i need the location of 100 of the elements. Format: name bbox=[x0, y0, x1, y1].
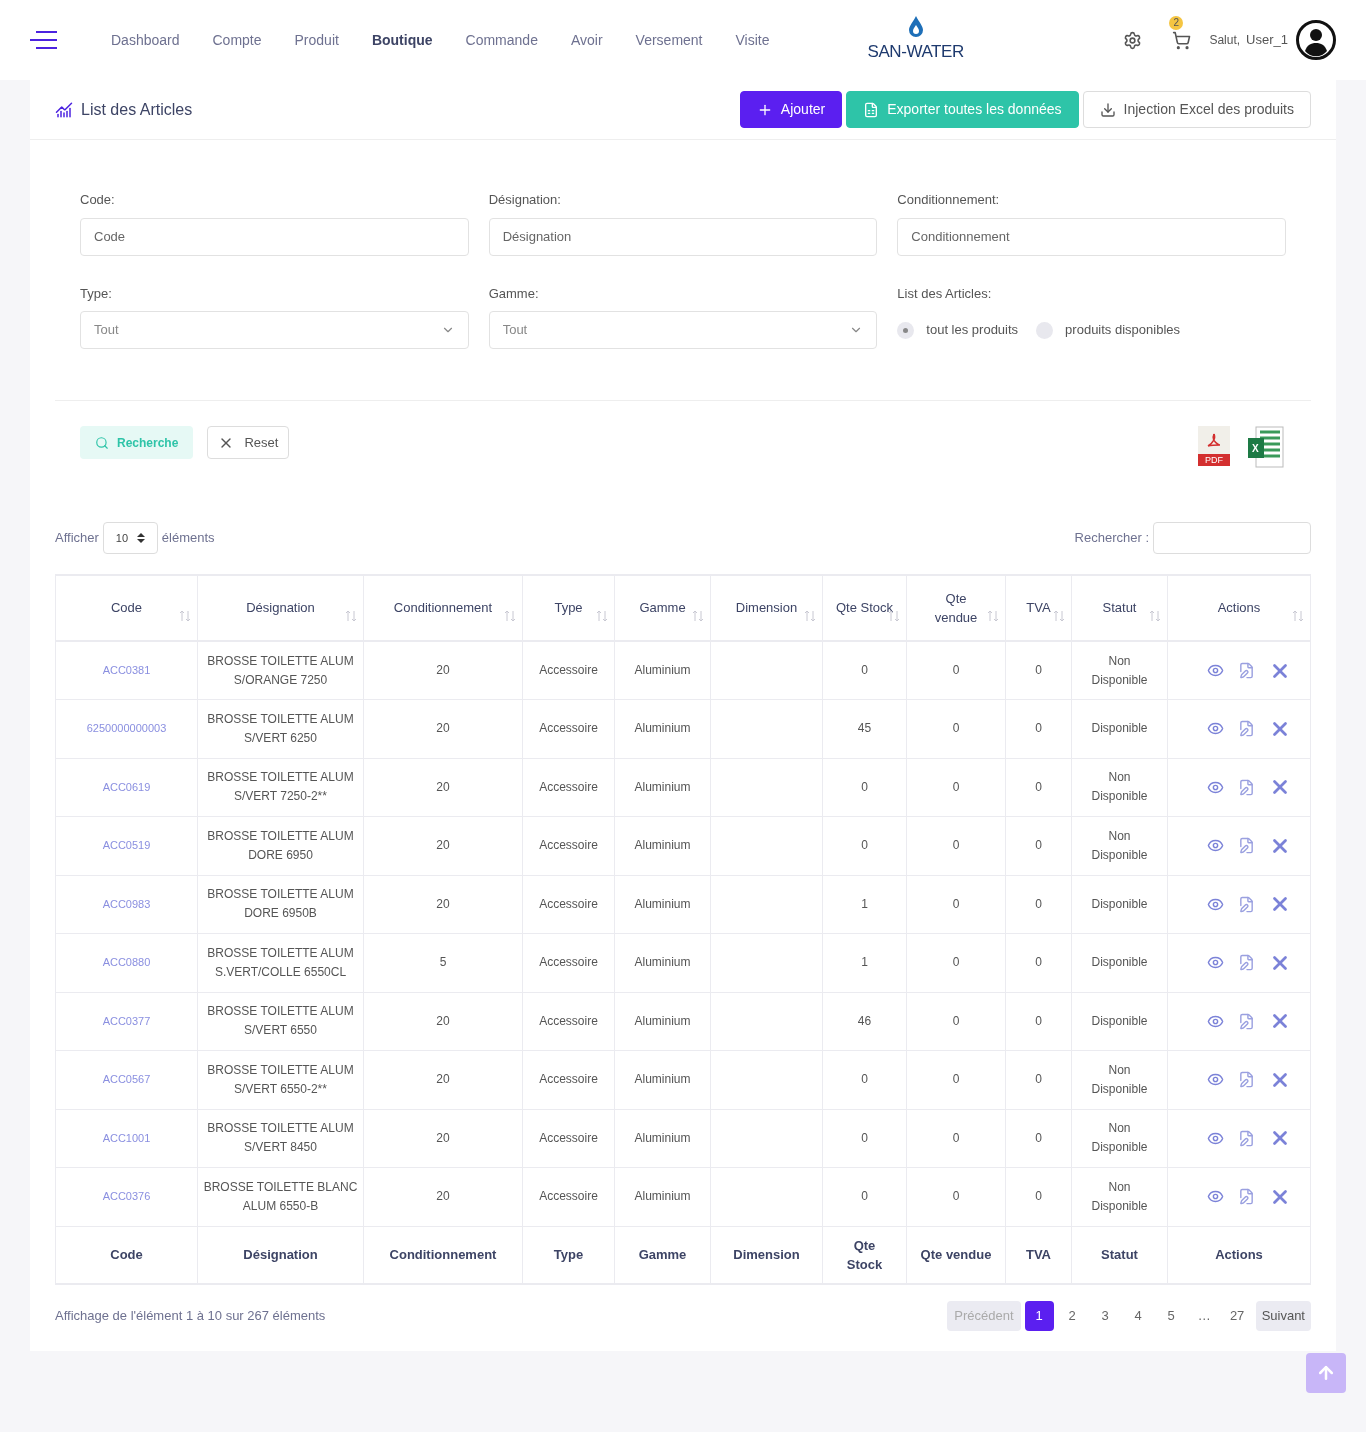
code-link[interactable]: ACC0983 bbox=[102, 897, 151, 910]
table-cell: BROSSE TOILETTE ALUM S/VERT 6250 bbox=[207, 711, 354, 745]
table-cell: 0 bbox=[1035, 721, 1042, 736]
column-header[interactable]: Conditionnement bbox=[393, 598, 493, 618]
cart-count-badge: 2 bbox=[1169, 15, 1184, 30]
column-footer: Type bbox=[553, 1245, 584, 1264]
reset-button[interactable]: Reset bbox=[207, 426, 290, 459]
field-label: List des Articles: bbox=[897, 284, 993, 303]
table-cell: Accessoire bbox=[539, 838, 598, 853]
sort-icon bbox=[1053, 610, 1065, 622]
field-label: Conditionnement: bbox=[897, 191, 1001, 209]
column-footer: Qte Stock bbox=[839, 1235, 890, 1274]
column-header[interactable]: Actions bbox=[1217, 598, 1261, 618]
select-field[interactable]: Tout bbox=[488, 311, 878, 349]
table-cell: Aluminium bbox=[634, 1013, 691, 1028]
edit-icon[interactable] bbox=[1238, 1188, 1255, 1206]
import-button[interactable]: Injection Excel des produits bbox=[1082, 91, 1311, 128]
column-footer: Gamme bbox=[638, 1245, 687, 1264]
settings-icon[interactable] bbox=[1123, 30, 1143, 50]
page-size-select[interactable]: 10 bbox=[102, 522, 158, 554]
column-header[interactable]: Désignation bbox=[246, 598, 315, 618]
table-cell: Accessoire bbox=[539, 1013, 598, 1028]
edit-icon[interactable] bbox=[1238, 662, 1255, 679]
add-button[interactable]: Ajouter bbox=[739, 91, 843, 128]
page-button[interactable]: 1 bbox=[1024, 1301, 1054, 1331]
table-cell-text: Disponible bbox=[1091, 954, 1148, 972]
code-link[interactable]: ACC0567 bbox=[102, 1073, 151, 1086]
table-cell: 0 bbox=[952, 721, 960, 736]
sort-icon bbox=[804, 610, 816, 622]
radio-button[interactable] bbox=[897, 321, 915, 339]
logo-text: SAN-WATER bbox=[867, 41, 964, 64]
code-link[interactable]: ACC1001 bbox=[102, 1131, 151, 1144]
table-cell: 0 bbox=[952, 1072, 960, 1087]
table-cell: BROSSE TOILETTE ALUM S/ORANGE 7250 bbox=[207, 653, 354, 687]
code-link[interactable]: ACC0376 bbox=[102, 1190, 151, 1203]
table-search-field[interactable] bbox=[1153, 522, 1311, 554]
column-header[interactable]: Type bbox=[554, 598, 583, 618]
input-field[interactable]: Code bbox=[80, 217, 469, 256]
sort-icon bbox=[345, 610, 357, 622]
radio-option[interactable]: produits disponibles bbox=[1036, 320, 1180, 340]
page-button[interactable]: 5 bbox=[1156, 1301, 1186, 1331]
select-field[interactable]: Tout bbox=[80, 311, 469, 349]
code-link[interactable]: ACC0377 bbox=[102, 1014, 151, 1027]
page-button[interactable]: … bbox=[1189, 1301, 1219, 1331]
column-footer: Actions bbox=[1215, 1245, 1263, 1264]
table-cell: Accessoire bbox=[539, 1130, 598, 1145]
nav-link[interactable]: Produit bbox=[294, 29, 339, 51]
table-cell: 20 bbox=[436, 1072, 450, 1087]
nav-link[interactable]: Visite bbox=[735, 29, 770, 51]
table-cell: 0 bbox=[1035, 1130, 1042, 1145]
pdf-file-icon[interactable]: PDF bbox=[1198, 426, 1230, 466]
code-link[interactable]: ACC0880 bbox=[102, 956, 151, 969]
code-link[interactable]: ACC0619 bbox=[102, 780, 151, 793]
page-button[interactable]: 27 bbox=[1222, 1301, 1252, 1331]
view-icon[interactable] bbox=[1207, 662, 1224, 679]
edit-icon[interactable] bbox=[1238, 1129, 1255, 1147]
nav-link[interactable]: Compte bbox=[212, 29, 262, 51]
column-header[interactable]: TVA bbox=[1026, 598, 1051, 618]
edit-icon[interactable] bbox=[1238, 1071, 1255, 1089]
edit-icon[interactable] bbox=[1238, 1012, 1255, 1030]
edit-icon[interactable] bbox=[1238, 837, 1255, 855]
edit-icon[interactable] bbox=[1238, 778, 1255, 796]
nav-link[interactable]: Versement bbox=[635, 29, 703, 51]
nav-link[interactable]: Avoir bbox=[570, 29, 603, 51]
table-cell: Aluminium bbox=[634, 1130, 691, 1145]
page-button[interactable]: 2 bbox=[1057, 1301, 1087, 1331]
select-value: Tout bbox=[94, 321, 119, 340]
page-button[interactable]: 4 bbox=[1123, 1301, 1153, 1331]
radio-option[interactable]: tout les produits bbox=[897, 320, 1019, 340]
nav-link[interactable]: Boutique bbox=[371, 29, 433, 51]
table-cell: 20 bbox=[436, 1130, 450, 1145]
input-field[interactable]: Conditionnement bbox=[897, 217, 1286, 256]
next-button[interactable]: Suivant bbox=[1255, 1301, 1311, 1331]
table-cell: 1 bbox=[861, 896, 868, 911]
input-field[interactable]: Désignation bbox=[488, 217, 878, 256]
edit-icon[interactable] bbox=[1238, 954, 1255, 972]
avatar-icon[interactable] bbox=[1296, 20, 1336, 60]
sort-icon bbox=[692, 610, 704, 622]
cart-icon[interactable] bbox=[1172, 30, 1192, 50]
code-link[interactable]: ACC0519 bbox=[102, 839, 151, 852]
page-title: List des Articles bbox=[81, 99, 193, 120]
column-header[interactable]: Gamme bbox=[639, 598, 686, 618]
nav-link[interactable]: Commande bbox=[465, 29, 538, 51]
code-link[interactable]: 6250000000003 bbox=[86, 722, 167, 735]
page-button[interactable]: 3 bbox=[1090, 1301, 1120, 1331]
table-cell: 20 bbox=[436, 779, 450, 794]
edit-icon[interactable] bbox=[1238, 720, 1255, 738]
field-label: Code: bbox=[80, 191, 116, 209]
column-header[interactable]: Code bbox=[110, 598, 143, 618]
table-cell: 0 bbox=[1035, 896, 1042, 911]
edit-icon[interactable] bbox=[1238, 895, 1255, 913]
table-cell: Aluminium bbox=[634, 663, 691, 677]
menu-icon[interactable] bbox=[30, 30, 57, 50]
nav-link[interactable]: Dashboard bbox=[111, 29, 180, 51]
column-header[interactable]: Statut bbox=[1102, 598, 1137, 618]
column-header[interactable]: Dimension bbox=[735, 598, 798, 618]
table-cell: 5 bbox=[439, 955, 447, 970]
code-link[interactable]: ACC0381 bbox=[102, 664, 151, 676]
table-cell: BROSSE TOILETTE BLANC ALUM 6550-B bbox=[203, 1179, 358, 1213]
scroll-top-button[interactable] bbox=[1306, 1353, 1346, 1393]
